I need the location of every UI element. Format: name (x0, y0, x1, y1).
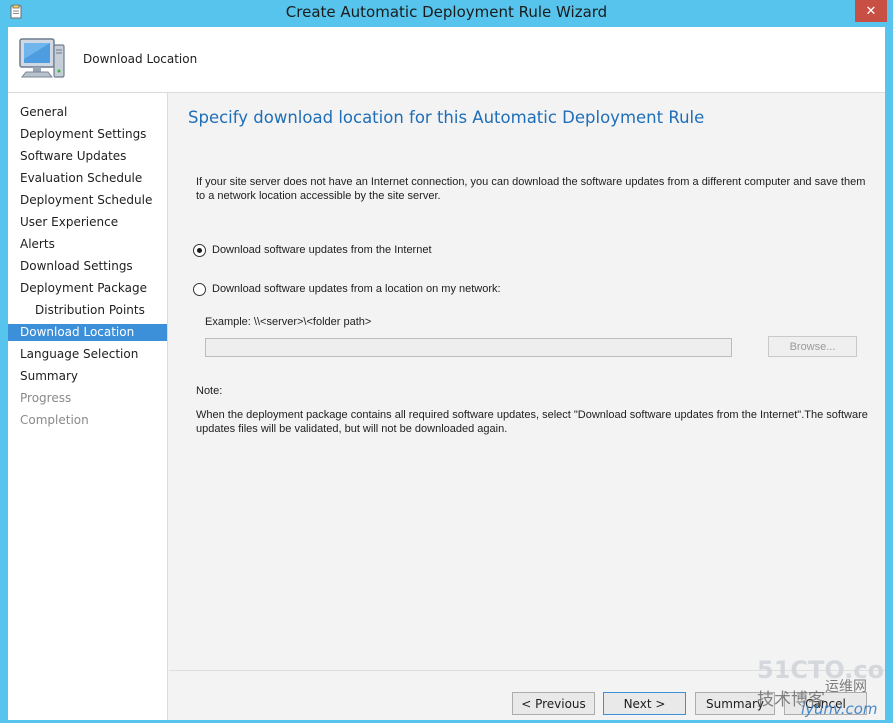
close-button[interactable]: ✕ (855, 0, 887, 22)
previous-button[interactable]: < Previous (512, 692, 595, 715)
summary-button[interactable]: Summary (695, 692, 775, 715)
nav-item-completion: Completion (20, 413, 89, 427)
nav-item-deployment-schedule[interactable]: Deployment Schedule (8, 192, 167, 209)
close-icon: ✕ (865, 3, 877, 19)
radio-internet-label[interactable]: Download software updates from the Inter… (212, 244, 432, 256)
wizard-header: Download Location (8, 27, 885, 93)
wizard-nav: General Deployment Settings Software Upd… (8, 93, 168, 720)
nav-item-alerts[interactable]: Alerts (8, 236, 167, 253)
option-download-from-network[interactable]: Download software updates from a locatio… (193, 282, 501, 296)
intro-text: If your site server does not have an Int… (196, 176, 866, 202)
page-title: Specify download location for this Autom… (188, 108, 705, 127)
nav-item-language-selection[interactable]: Language Selection (8, 346, 167, 363)
radio-internet[interactable] (193, 243, 206, 257)
cancel-button[interactable]: Cancel (784, 692, 867, 715)
next-button[interactable]: Next > (603, 692, 686, 715)
nav-item-deployment-package[interactable]: Deployment Package (8, 280, 167, 297)
network-path-input[interactable] (205, 338, 732, 357)
wizard-client-area: Download Location General Deployment Set… (8, 27, 885, 720)
window-title: Create Automatic Deployment Rule Wizard (285, 3, 608, 21)
nav-item-download-location[interactable]: Download Location (8, 324, 167, 341)
radio-network[interactable] (193, 282, 206, 296)
nav-item-evaluation-schedule[interactable]: Evaluation Schedule (8, 170, 167, 187)
nav-item-summary[interactable]: Summary (8, 368, 167, 385)
note-text: When the deployment package contains all… (196, 409, 868, 435)
nav-item-progress: Progress (20, 391, 72, 405)
nav-item-general[interactable]: General (8, 104, 167, 121)
header-title: Download Location (83, 52, 198, 66)
nav-item-download-settings[interactable]: Download Settings (8, 258, 167, 275)
browse-button[interactable]: Browse... (768, 336, 857, 357)
path-example-text: Example: \\<server>\<folder path> (205, 316, 372, 328)
option-download-from-internet[interactable]: Download software updates from the Inter… (193, 243, 432, 257)
note-label: Note: (196, 385, 223, 397)
window-title-bar[interactable]: Create Automatic Deployment Rule Wizard … (0, 0, 893, 27)
computer-monitor-icon (19, 38, 65, 78)
nav-item-software-updates[interactable]: Software Updates (8, 148, 167, 165)
footer-divider (169, 670, 885, 671)
radio-network-label[interactable]: Download software updates from a locatio… (212, 283, 501, 295)
nav-item-distribution-points[interactable]: Distribution Points (8, 302, 167, 319)
nav-item-user-experience[interactable]: User Experience (8, 214, 167, 231)
nav-item-deployment-settings[interactable]: Deployment Settings (8, 126, 167, 143)
